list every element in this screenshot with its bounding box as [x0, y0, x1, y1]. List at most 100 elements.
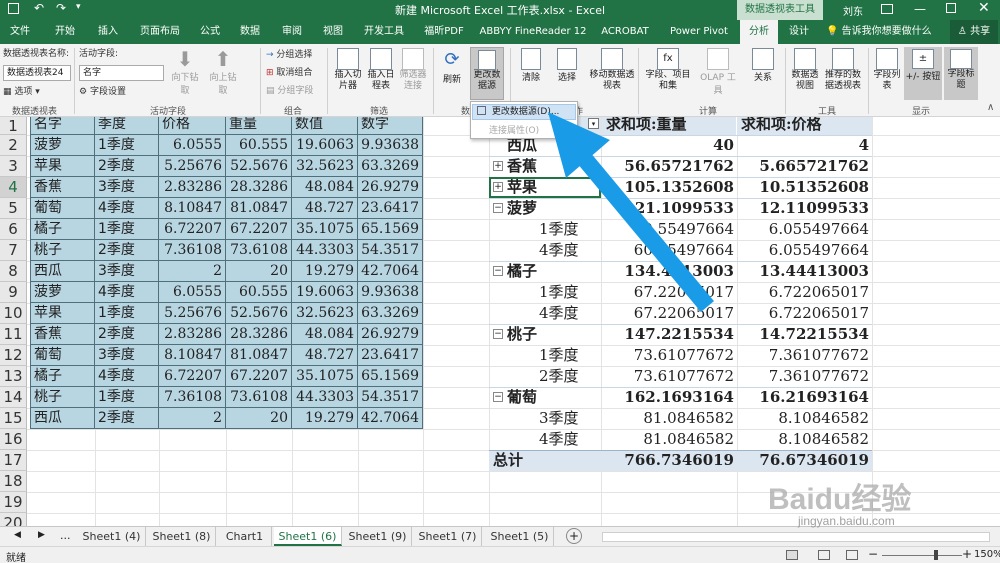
tab-acrobat[interactable]: ACROBAT [594, 20, 656, 44]
table-cell[interactable]: 价格 [159, 117, 226, 135]
pivot-value-weight[interactable]: 73.61077672 [602, 345, 734, 366]
tab-file[interactable]: 文件 [0, 20, 40, 44]
table-cell[interactable]: 23.6417 [358, 345, 423, 366]
table-cell[interactable]: 48.084 [292, 324, 358, 345]
pivot-header-weight[interactable]: 求和项:重量 [602, 117, 736, 135]
pivot-subitem-label[interactable]: 4季度 [539, 429, 579, 450]
select-button[interactable]: 选择 [550, 48, 584, 83]
tab-analyze[interactable]: 分析 [740, 20, 778, 44]
tab-abbyy[interactable]: ABBYY FineReader 12 [478, 20, 588, 44]
tab-power-pivot[interactable]: Power Pivot [664, 20, 734, 44]
table-cell[interactable]: 35.1075 [292, 219, 358, 240]
table-cell[interactable]: 63.3269 [358, 156, 423, 177]
table-cell[interactable]: 42.7064 [358, 408, 423, 429]
table-cell[interactable]: 1季度 [95, 135, 159, 156]
page-break-view-icon[interactable] [846, 550, 858, 560]
table-cell[interactable]: 桃子 [30, 240, 95, 261]
pivot-subitem-label[interactable]: 2季度 [539, 366, 579, 387]
table-cell[interactable]: 19.6063 [292, 282, 358, 303]
drill-up-button[interactable]: ⬆ 向上钻取 [206, 48, 240, 98]
pivot-chart-button[interactable]: 数据透视图 [789, 48, 821, 92]
table-cell[interactable]: 8.10847 [159, 345, 226, 366]
table-cell[interactable]: 6.0555 [159, 135, 226, 156]
add-sheet-icon[interactable]: + [566, 528, 582, 544]
pivot-grand-total-label[interactable]: 总计 [493, 450, 523, 471]
change-data-source-button[interactable]: 更改数据源 [470, 47, 504, 100]
pivot-options-button[interactable]: ▦ 选项 ▾ [3, 87, 40, 98]
row-header[interactable]: 19 [0, 492, 27, 513]
sheet-tab[interactable]: Chart1 [218, 527, 272, 546]
table-cell[interactable]: 28.3286 [226, 177, 292, 198]
table-cell[interactable]: 67.2207 [226, 219, 292, 240]
zoom-out-icon[interactable]: − [868, 547, 878, 561]
horizontal-scrollbar[interactable] [602, 532, 990, 542]
row-header[interactable]: 4 [0, 177, 27, 198]
field-headers-toggle[interactable]: 字段标题 [944, 47, 978, 100]
insert-timeline-button[interactable]: 插入日程表 [366, 48, 396, 92]
table-cell[interactable]: 44.3303 [292, 240, 358, 261]
pivot-value-weight[interactable]: 81.0846582 [602, 408, 734, 429]
table-cell[interactable]: 名字 [30, 117, 95, 135]
row-header[interactable]: 10 [0, 303, 27, 324]
collapse-icon[interactable]: − [493, 392, 503, 402]
pivot-value-weight[interactable]: 73.61077672 [602, 366, 734, 387]
row-header[interactable]: 15 [0, 408, 27, 429]
table-cell[interactable]: 2 [159, 408, 226, 429]
table-cell[interactable]: 西瓜 [30, 261, 95, 282]
restore-button[interactable] [946, 3, 956, 13]
minimize-button[interactable]: — [914, 2, 926, 16]
pivot-value-weight[interactable]: 40 [602, 135, 734, 156]
table-cell[interactable]: 9.93638 [358, 282, 423, 303]
table-cell[interactable]: 橘子 [30, 219, 95, 240]
table-cell[interactable]: 26.9279 [358, 324, 423, 345]
pivot-value-weight[interactable]: 60.55497664 [602, 219, 734, 240]
table-cell[interactable]: 19.6063 [292, 135, 358, 156]
table-cell[interactable]: 菠萝 [30, 135, 95, 156]
field-list-button[interactable]: 字段列表 [872, 48, 902, 92]
table-cell[interactable]: 65.1569 [358, 219, 423, 240]
sheet-nav-more[interactable]: ... [60, 529, 71, 542]
sheet-tab-active[interactable]: Sheet1 (6) [274, 527, 342, 546]
table-cell[interactable]: 54.3517 [358, 387, 423, 408]
pivot-value-price[interactable]: 8.10846582 [737, 408, 869, 429]
filter-connections-button[interactable]: 筛选器连接 [398, 48, 428, 92]
table-cell[interactable]: 季度 [95, 117, 159, 135]
move-pivot-button[interactable]: 移动数据透视表 [588, 48, 636, 92]
row-header[interactable]: 14 [0, 387, 27, 408]
tab-review[interactable]: 审阅 [273, 20, 311, 44]
table-cell[interactable]: 1季度 [95, 387, 159, 408]
table-cell[interactable]: 6.0555 [159, 282, 226, 303]
table-cell[interactable]: 5.25676 [159, 156, 226, 177]
row-header[interactable]: 7 [0, 240, 27, 261]
row-header[interactable]: 13 [0, 366, 27, 387]
pivot-value-weight[interactable]: 766.7346019 [602, 450, 734, 471]
zoom-slider-thumb[interactable] [934, 550, 938, 560]
insert-slicer-button[interactable]: 插入切片器 [331, 48, 365, 92]
table-cell[interactable]: 3季度 [95, 345, 159, 366]
pivot-header-price[interactable]: 求和项:价格 [737, 117, 872, 135]
table-cell[interactable]: 1季度 [95, 219, 159, 240]
table-cell[interactable]: 6.72207 [159, 219, 226, 240]
tab-design[interactable]: 设计 [781, 20, 817, 44]
table-cell[interactable]: 4季度 [95, 366, 159, 387]
pivot-value-price[interactable]: 13.44413003 [737, 261, 869, 282]
pivot-value-price[interactable]: 10.51352608 [737, 177, 869, 198]
pivot-value-price[interactable]: 5.665721762 [737, 156, 869, 177]
pivot-value-price[interactable]: 7.361077672 [737, 345, 869, 366]
table-cell[interactable]: 葡萄 [30, 198, 95, 219]
pivot-subitem-label[interactable]: 1季度 [539, 219, 579, 240]
table-cell[interactable]: 香蕉 [30, 177, 95, 198]
row-header[interactable]: 11 [0, 324, 27, 345]
olap-tools-button[interactable]: OLAP 工具 [696, 48, 740, 96]
table-cell[interactable]: 42.7064 [358, 261, 423, 282]
active-field-input[interactable]: 名字 [79, 65, 164, 81]
group-field-button[interactable]: ▤ 分组字段 [266, 86, 313, 97]
table-cell[interactable]: 5.25676 [159, 303, 226, 324]
row-header[interactable]: 1 [0, 117, 27, 135]
table-cell[interactable]: 9.93638 [358, 135, 423, 156]
expand-icon[interactable]: + [493, 161, 503, 171]
table-cell[interactable]: 48.727 [292, 198, 358, 219]
tab-page-layout[interactable]: 页面布局 [131, 20, 189, 44]
pivot-item-label[interactable]: 菠萝 [507, 198, 537, 219]
table-cell[interactable]: 28.3286 [226, 324, 292, 345]
